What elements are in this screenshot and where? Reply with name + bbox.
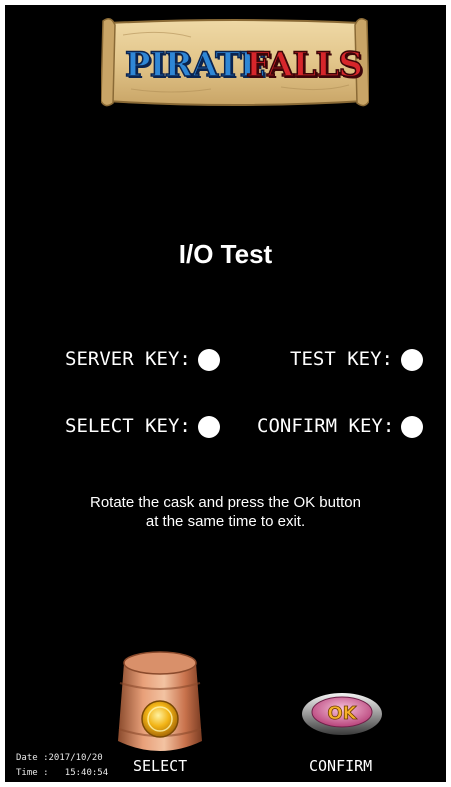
confirm-key-indicator (401, 416, 423, 438)
ok-button-text: OK (327, 703, 357, 724)
pirate-falls-logo: PIRATE FALLS (101, 17, 369, 109)
test-key-indicator (401, 349, 423, 371)
confirm-button-label: CONFIRM (309, 757, 373, 775)
select-key-indicator (198, 416, 220, 438)
date-value: 2017/10/20 (48, 753, 103, 763)
select-button-label: SELECT (133, 757, 188, 775)
server-key-indicator (198, 349, 220, 371)
server-key-label: SERVER KEY: (65, 348, 191, 370)
instructions-line-2: at the same time to exit. (145, 513, 306, 530)
select-key-label: SELECT KEY: (65, 415, 191, 437)
ok-button-icon: OK (302, 693, 382, 735)
instructions-line-1: Rotate the cask and press the OK button (90, 494, 361, 511)
time-value: 15:40:54 (64, 768, 109, 778)
test-key-label: TEST KEY: (290, 348, 393, 370)
cask-select-button[interactable] (114, 649, 206, 759)
time-label: Time : (16, 768, 49, 778)
exit-instructions: Rotate the cask and press the OK button … (5, 493, 446, 531)
io-test-screen: PIRATE FALLS I/O Test SERVER KEY: TEST K… (5, 5, 446, 782)
cask-icon (118, 651, 202, 751)
confirm-key-label: CONFIRM KEY: (257, 415, 395, 437)
date-label: Date : (16, 753, 49, 763)
logo-word-falls: FALLS (245, 45, 363, 85)
ok-confirm-button[interactable]: OK (301, 688, 383, 736)
logo-word-pirate: PIRATE (124, 45, 266, 85)
date-stamp: Date :2017/10/20 (16, 752, 103, 764)
time-stamp: Time : 15:40:54 (16, 767, 108, 779)
page-title: I/O Test (178, 239, 273, 269)
